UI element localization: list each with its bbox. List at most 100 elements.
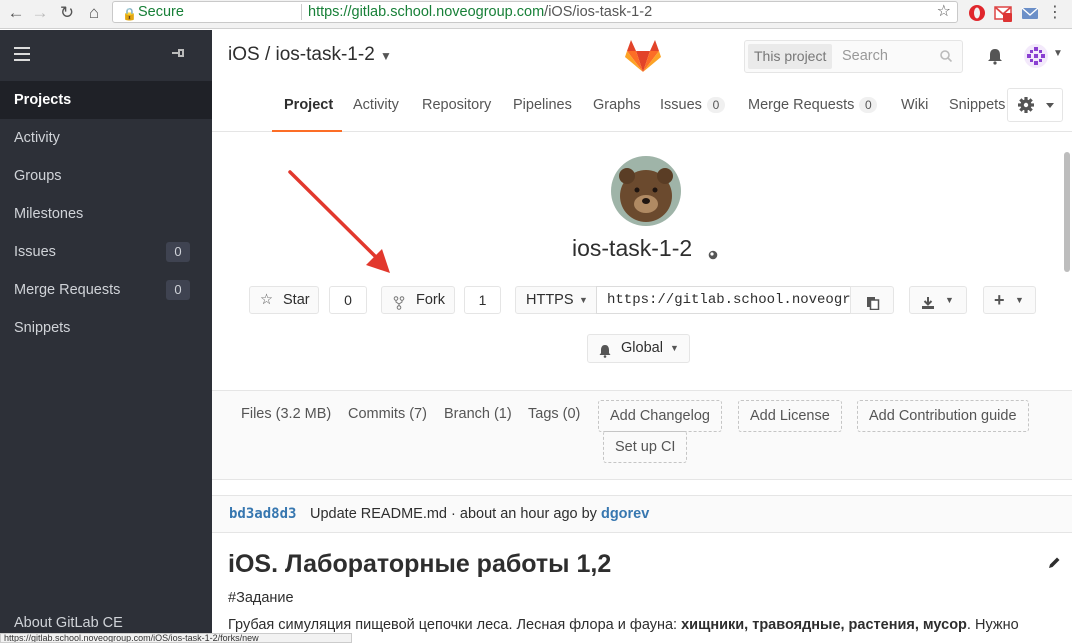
readme-paragraph: Грубая симуляция пищевой цепочки леса. Л… <box>228 615 1019 635</box>
scrollbar-thumb[interactable] <box>1064 152 1070 272</box>
divider <box>301 4 302 20</box>
commits-link[interactable]: Commits (7) <box>348 406 427 422</box>
star-label: Star <box>283 292 310 308</box>
readme-text: Грубая симуляция пищевой цепочки леса. Л… <box>228 617 682 633</box>
about-link[interactable]: About GitLab CE <box>14 615 123 631</box>
home-icon[interactable]: ⌂ <box>84 3 104 23</box>
tab-activity[interactable]: Activity <box>353 86 399 132</box>
commit-sha[interactable]: bd3ad8d3 <box>229 496 296 532</box>
tab-label: Issues <box>660 97 702 113</box>
fork-label: Fork <box>416 292 445 308</box>
browser-toolbar: ← → ↻ ⌂ 🔒 Secure https://gitlab.school.n… <box>0 0 1072 29</box>
clone-protocol-dropdown[interactable]: HTTPS ▼ <box>515 286 597 314</box>
sidebar-item-activity[interactable]: Activity <box>0 119 212 157</box>
hamburger-icon[interactable] <box>14 47 30 61</box>
files-link[interactable]: Files (3.2 MB) <box>241 406 331 422</box>
search-input[interactable]: This project Search <box>744 40 963 73</box>
readme-heading: #Задание <box>228 590 294 606</box>
search-placeholder: Search <box>842 48 888 64</box>
fork-count[interactable]: 1 <box>464 286 501 314</box>
tab-project[interactable]: Project <box>272 86 342 132</box>
pin-icon[interactable] <box>170 46 186 63</box>
forward-icon[interactable]: → <box>30 3 50 23</box>
commit-author[interactable]: dgorev <box>601 506 649 522</box>
project-stats: Files (3.2 MB) Commits (7) Branch (1) Ta… <box>212 390 1072 480</box>
sidebar-item-groups[interactable]: Groups <box>0 157 212 195</box>
tab-issues[interactable]: Issues 0 <box>660 86 725 132</box>
project-header: iOS / ios-task-1-2 ▼ This project Search… <box>212 30 1072 132</box>
secure-label: Secure <box>138 4 184 20</box>
sidebar-item-snippets[interactable]: Snippets <box>0 309 212 347</box>
sidebar-item-projects[interactable]: Projects <box>0 81 212 119</box>
sidebar-item-issues[interactable]: Issues 0 <box>0 233 212 271</box>
star-button[interactable]: ☆ Star <box>249 286 319 314</box>
tab-label: Project <box>284 97 334 113</box>
copy-url-button[interactable] <box>850 286 894 314</box>
project-title: ios-task-1-2 <box>572 235 693 261</box>
count-badge: 0 <box>859 97 878 113</box>
chevron-down-icon: ▼ <box>380 49 392 63</box>
user-avatar[interactable] <box>1024 44 1048 68</box>
commit-message: Update README.md · about an hour ago by … <box>310 496 649 532</box>
settings-dropdown-button[interactable] <box>1007 88 1063 122</box>
tags-link[interactable]: Tags (0) <box>528 406 580 422</box>
sidebar-item-merge-requests[interactable]: Merge Requests 0 <box>0 271 212 309</box>
address-bar[interactable]: 🔒 Secure https://gitlab.school.noveogrou… <box>112 1 958 23</box>
bell-icon[interactable] <box>986 47 1004 65</box>
bookmark-star-icon[interactable]: ☆ <box>937 2 951 22</box>
globe-icon <box>708 247 718 260</box>
reload-icon[interactable]: ↻ <box>57 3 77 23</box>
opera-icon[interactable] <box>968 4 986 22</box>
add-changelog-button[interactable]: Add Changelog <box>598 400 722 432</box>
readme-bold-text: хищники, травоядные, растения, мусор <box>681 617 967 633</box>
sidebar-item-label: Groups <box>14 168 62 184</box>
tab-merge-requests[interactable]: Merge Requests 0 <box>748 86 878 132</box>
url-path: /iOS/ios-task-1-2 <box>544 4 653 20</box>
download-dropdown-button[interactable]: ▼ <box>909 286 967 314</box>
last-commit: bd3ad8d3 Update README.md · about an hou… <box>212 495 1072 533</box>
star-count[interactable]: 0 <box>329 286 367 314</box>
clipboard-icon <box>866 293 880 319</box>
chevron-down-icon[interactable]: ▼ <box>1053 48 1063 59</box>
add-license-button[interactable]: Add License <box>738 400 842 432</box>
clone-protocol-label: HTTPS <box>526 292 574 308</box>
tab-wiki[interactable]: Wiki <box>901 86 928 132</box>
sidebar-item-label: Merge Requests <box>14 282 121 298</box>
add-contribution-guide-button[interactable]: Add Contribution guide <box>857 400 1029 432</box>
add-dropdown-button[interactable]: + ▼ <box>983 286 1036 314</box>
tab-label: Snippets <box>949 97 1006 113</box>
sidebar-item-label: Issues <box>14 244 56 260</box>
tab-snippets[interactable]: Snippets <box>949 86 1007 132</box>
gmail-icon[interactable] <box>994 4 1012 22</box>
readme-text: . Нужно <box>966 617 1019 633</box>
tab-graphs[interactable]: Graphs <box>593 86 641 132</box>
sidebar-item-milestones[interactable]: Milestones <box>0 195 212 233</box>
download-icon <box>921 293 935 319</box>
mail-icon[interactable] <box>1021 4 1039 22</box>
breadcrumb[interactable]: iOS / ios-task-1-2 ▼ <box>228 44 392 66</box>
sidebar-item-label: Milestones <box>14 206 84 222</box>
status-bar-url: https://gitlab.school.noveogroup.com/iOS… <box>0 633 352 643</box>
tab-label: Merge Requests <box>748 97 855 113</box>
edit-icon[interactable] <box>1047 556 1061 570</box>
url-host: https://gitlab.school.noveogroup.com <box>308 4 545 20</box>
menu-dots-icon[interactable]: ⋮ <box>1045 3 1065 23</box>
caret-down-icon: ▼ <box>1015 295 1024 305</box>
tab-label: Repository <box>422 97 492 113</box>
caret-down-icon: ▼ <box>945 295 954 305</box>
notification-dropdown[interactable]: Global ▼ <box>587 334 690 363</box>
tab-repository[interactable]: Repository <box>422 86 491 132</box>
setup-ci-button[interactable]: Set up CI <box>603 431 688 463</box>
search-scope[interactable]: This project <box>748 44 833 69</box>
back-icon[interactable]: ← <box>6 3 26 23</box>
fork-button[interactable]: Fork <box>381 286 455 314</box>
plus-icon: + <box>994 290 1005 310</box>
tab-pipelines[interactable]: Pipelines <box>513 86 572 132</box>
clone-url-field[interactable]: https://gitlab.school.noveogroup.com/iOS… <box>596 286 851 314</box>
scrollbar[interactable] <box>1062 132 1072 633</box>
readme-title: iOS. Лабораторные работы 1,2 <box>228 550 612 578</box>
sidebar-item-label: Activity <box>14 130 60 146</box>
tab-label: Activity <box>353 97 399 113</box>
branch-link[interactable]: Branch (1) <box>444 406 512 422</box>
gitlab-logo-icon[interactable] <box>625 39 661 73</box>
